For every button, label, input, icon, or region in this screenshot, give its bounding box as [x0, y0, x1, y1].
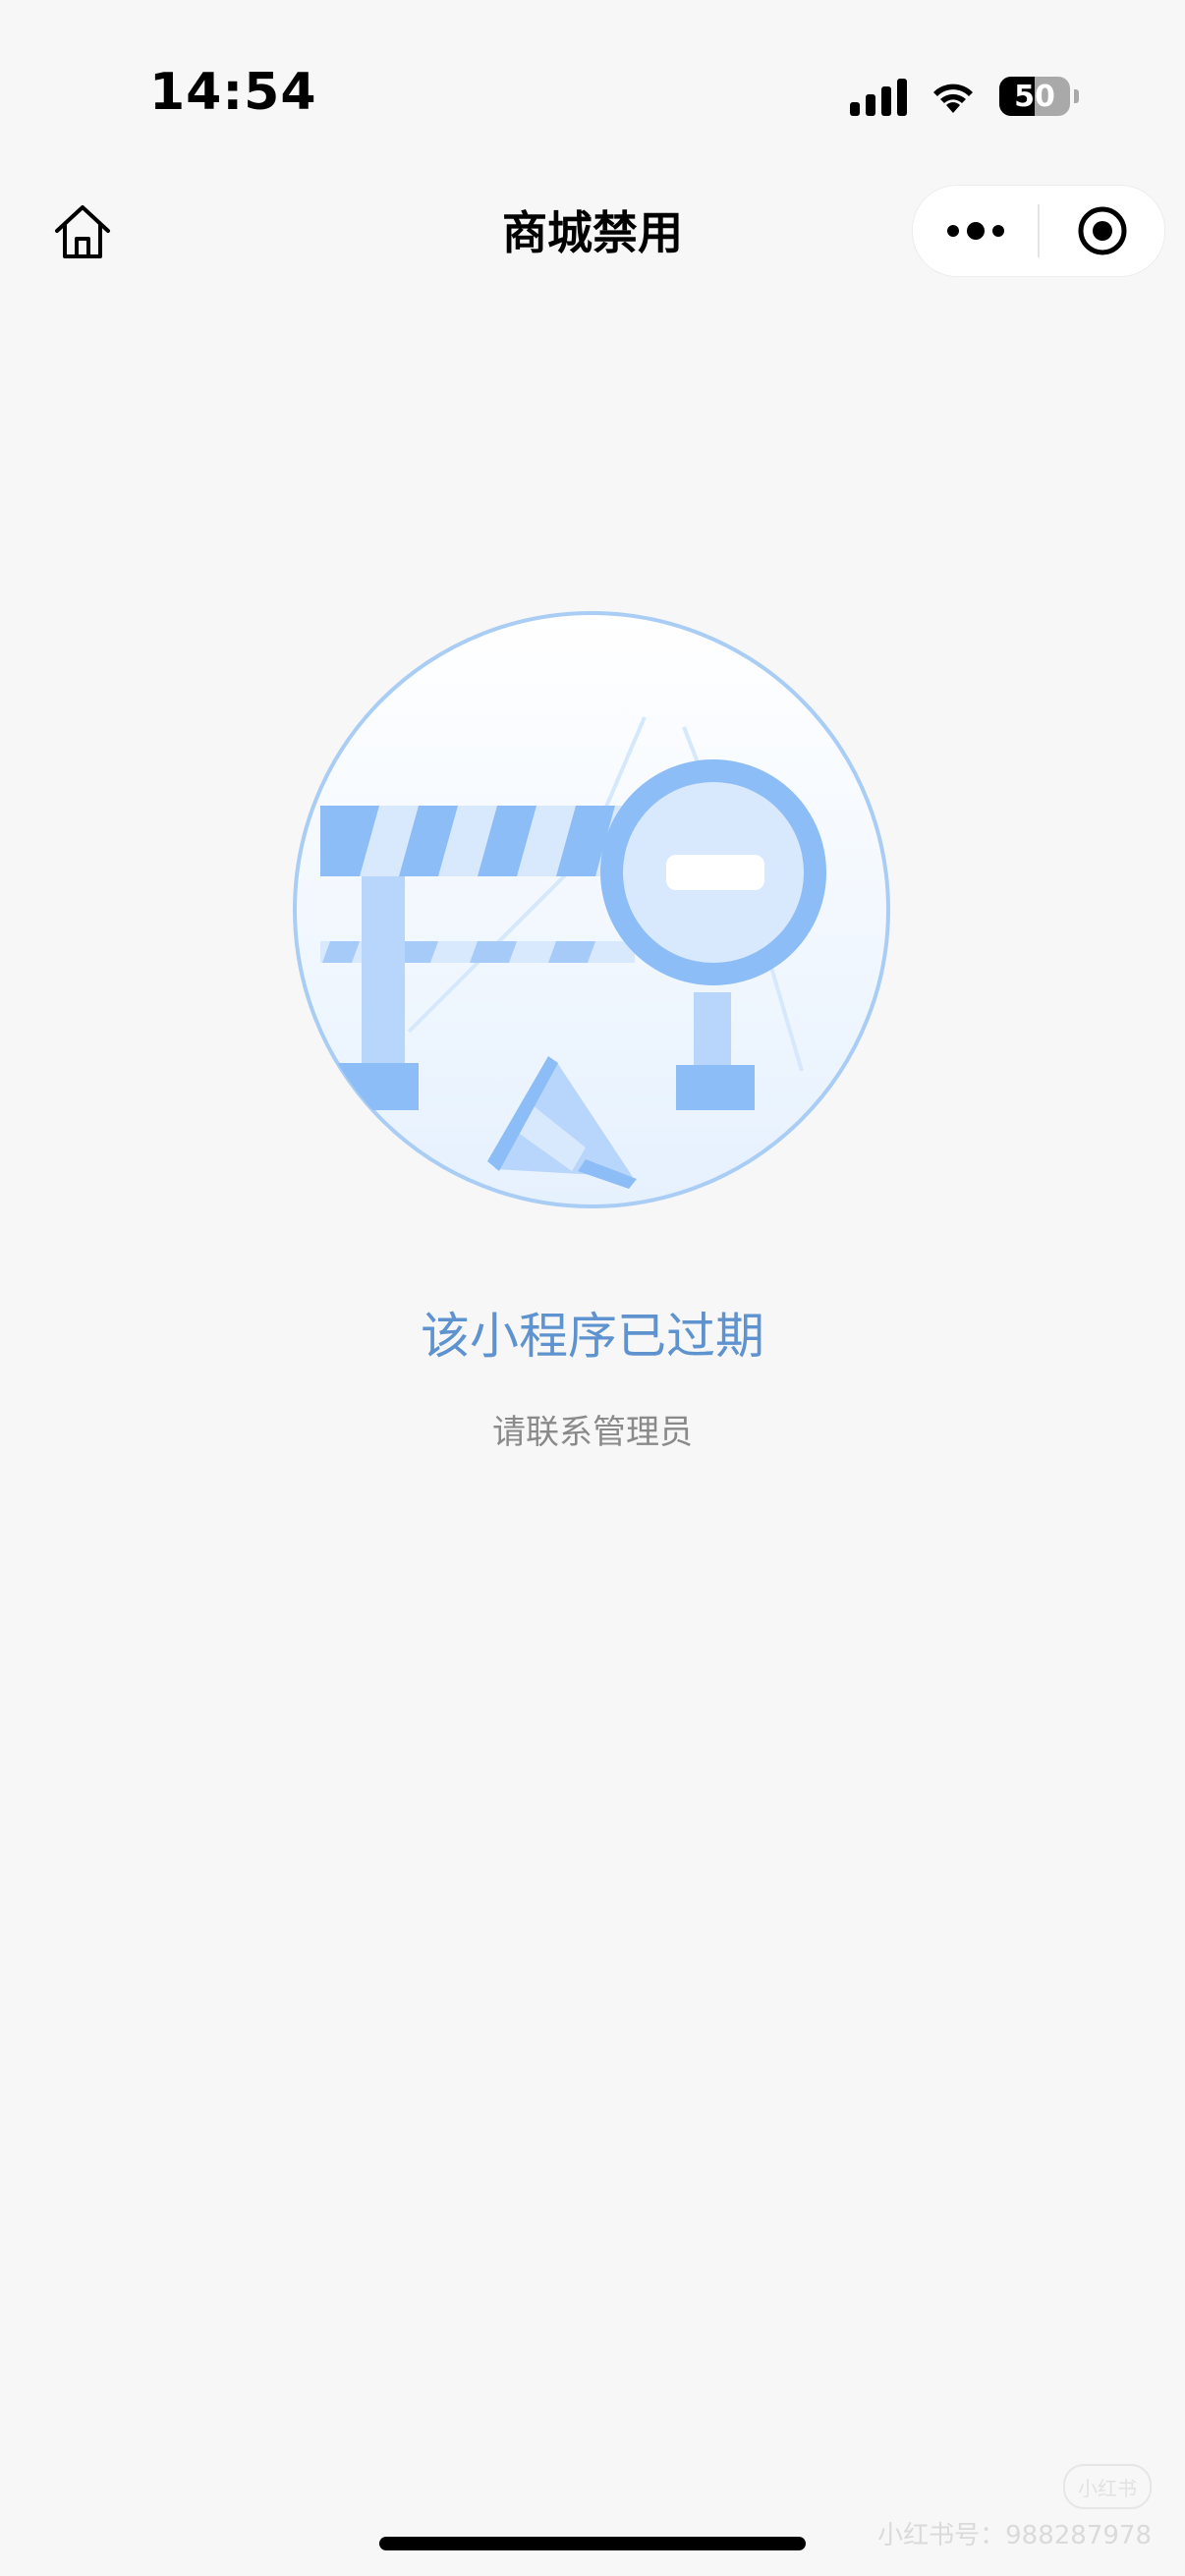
cellular-signal-icon: [850, 77, 907, 116]
expired-message-title: 该小程序已过期: [421, 1308, 764, 1365]
more-dots-icon[interactable]: [913, 186, 1038, 276]
wifi-icon: [929, 78, 978, 115]
status-icons: 50: [850, 75, 1079, 118]
home-indicator[interactable]: [379, 2537, 806, 2550]
watermark-text: 小红书号：988287978: [877, 2521, 1152, 2550]
battery-icon: 50: [999, 77, 1070, 116]
status-time: 14:54: [149, 63, 317, 122]
expired-message-subtitle: 请联系管理员: [492, 1413, 693, 1452]
watermark-badge: 小红书: [1063, 2464, 1152, 2509]
close-target-icon[interactable]: [1040, 186, 1164, 276]
barrier-no-entry-illustration: [291, 609, 892, 1210]
mini-program-capsule: [912, 185, 1165, 277]
battery-percent: 50: [1014, 79, 1055, 114]
